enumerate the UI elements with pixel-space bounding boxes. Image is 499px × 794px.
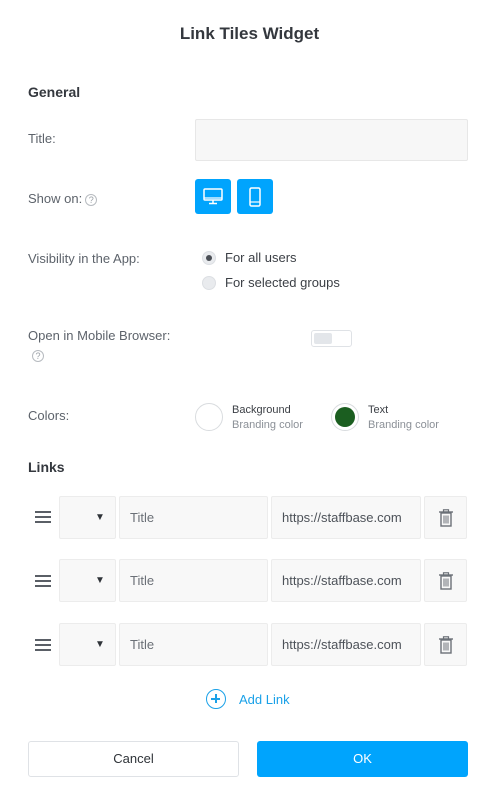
link-icon-select[interactable]: ▼ <box>59 623 116 666</box>
link-url-input[interactable]: https://staffbase.com <box>271 623 421 666</box>
ok-button[interactable]: OK <box>257 741 468 777</box>
title-input[interactable] <box>195 119 468 161</box>
drag-handle-icon[interactable] <box>35 639 51 651</box>
cancel-button[interactable]: Cancel <box>28 741 239 777</box>
chevron-down-icon: ▼ <box>95 575 105 586</box>
show-on-label-text: Show on: <box>28 191 83 206</box>
show-on-desktop-button[interactable] <box>195 179 231 214</box>
delete-link-button[interactable] <box>424 623 467 666</box>
plus-circle-icon <box>206 689 226 709</box>
link-title-input[interactable]: Title <box>119 559 268 602</box>
link-url-input[interactable]: https://staffbase.com <box>271 496 421 539</box>
help-icon[interactable]: ? <box>32 349 44 362</box>
show-on-mobile-button[interactable] <box>237 179 273 214</box>
color-name: Text <box>368 403 389 416</box>
color-sub: Branding color <box>368 418 439 431</box>
link-url-input[interactable]: https://staffbase.com <box>271 559 421 602</box>
mobile-browser-label: Open in Mobile Browser: <box>28 328 171 343</box>
radio-label: For all users <box>225 250 297 265</box>
radio-button-selected[interactable] <box>202 250 216 265</box>
delete-link-button[interactable] <box>424 559 467 602</box>
mobile-browser-toggle[interactable] <box>311 330 352 347</box>
trash-icon <box>439 509 453 527</box>
background-color-swatch[interactable] <box>195 403 223 431</box>
link-title-input[interactable]: Title <box>119 623 268 666</box>
background-color-picker[interactable]: Background Branding color <box>195 403 303 431</box>
radio-selected-groups[interactable]: For selected groups <box>202 275 340 290</box>
chevron-down-icon: ▼ <box>95 512 105 523</box>
colors-label: Colors: <box>28 408 70 423</box>
radio-button[interactable] <box>202 275 216 290</box>
trash-icon <box>439 636 453 654</box>
desktop-icon <box>203 188 223 205</box>
title-label: Title: <box>28 131 56 146</box>
drag-handle-icon[interactable] <box>35 511 51 523</box>
color-sub: Branding color <box>232 418 303 431</box>
help-icon[interactable]: ? <box>85 193 98 206</box>
trash-icon <box>439 572 453 590</box>
text-color-swatch[interactable] <box>331 403 359 431</box>
general-heading: General <box>28 84 81 100</box>
show-on-label: Show on:? <box>28 191 98 206</box>
delete-link-button[interactable] <box>424 496 467 539</box>
dialog-title: Link Tiles Widget <box>179 24 320 43</box>
links-heading: Links <box>28 459 65 475</box>
link-icon-select[interactable]: ▼ <box>59 496 116 539</box>
link-icon-select[interactable]: ▼ <box>59 559 116 602</box>
text-color-picker[interactable]: Text Branding color <box>331 403 439 431</box>
link-title-input[interactable]: Title <box>119 496 268 539</box>
chevron-down-icon: ▼ <box>95 639 105 650</box>
add-link-label: Add Link <box>239 691 290 707</box>
drag-handle-icon[interactable] <box>35 575 51 587</box>
visibility-label: Visibility in the App: <box>28 251 140 266</box>
color-name: Background <box>232 403 291 416</box>
add-link-button[interactable]: Add Link <box>206 689 290 709</box>
radio-all-users[interactable]: For all users <box>202 250 297 265</box>
mobile-icon <box>249 186 261 207</box>
radio-label: For selected groups <box>225 275 340 290</box>
